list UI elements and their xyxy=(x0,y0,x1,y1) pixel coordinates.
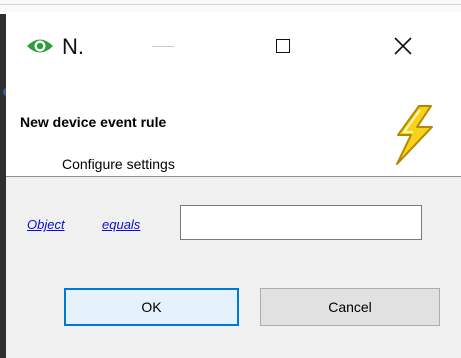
maximize-button[interactable] xyxy=(250,24,316,68)
ok-button[interactable]: OK xyxy=(64,288,239,326)
minimize-button[interactable] xyxy=(130,24,196,68)
window-title: N. xyxy=(62,34,84,59)
maximize-icon xyxy=(276,39,290,53)
close-icon xyxy=(394,37,412,55)
background-window-border xyxy=(0,4,461,5)
field-link-object[interactable]: Object xyxy=(27,217,65,232)
dialog-window: N. New device event rule Configure setti… xyxy=(6,14,461,358)
dialog-header: New device event rule Configure settings xyxy=(6,78,461,176)
operator-link-equals[interactable]: equals xyxy=(102,217,140,232)
background-window-edge xyxy=(0,0,461,12)
lightning-bolt-icon xyxy=(396,105,433,165)
minimize-icon xyxy=(152,45,174,47)
dialog-subheading: Configure settings xyxy=(62,156,175,172)
title-bar[interactable]: N. xyxy=(6,14,461,78)
dialog-heading: New device event rule xyxy=(20,114,167,130)
cancel-button[interactable]: Cancel xyxy=(260,288,440,326)
rule-value-input[interactable] xyxy=(180,205,422,240)
rule-editor-panel: Object equals OK Cancel xyxy=(6,177,461,358)
close-button[interactable] xyxy=(370,24,436,68)
eye-icon[interactable] xyxy=(26,37,54,55)
